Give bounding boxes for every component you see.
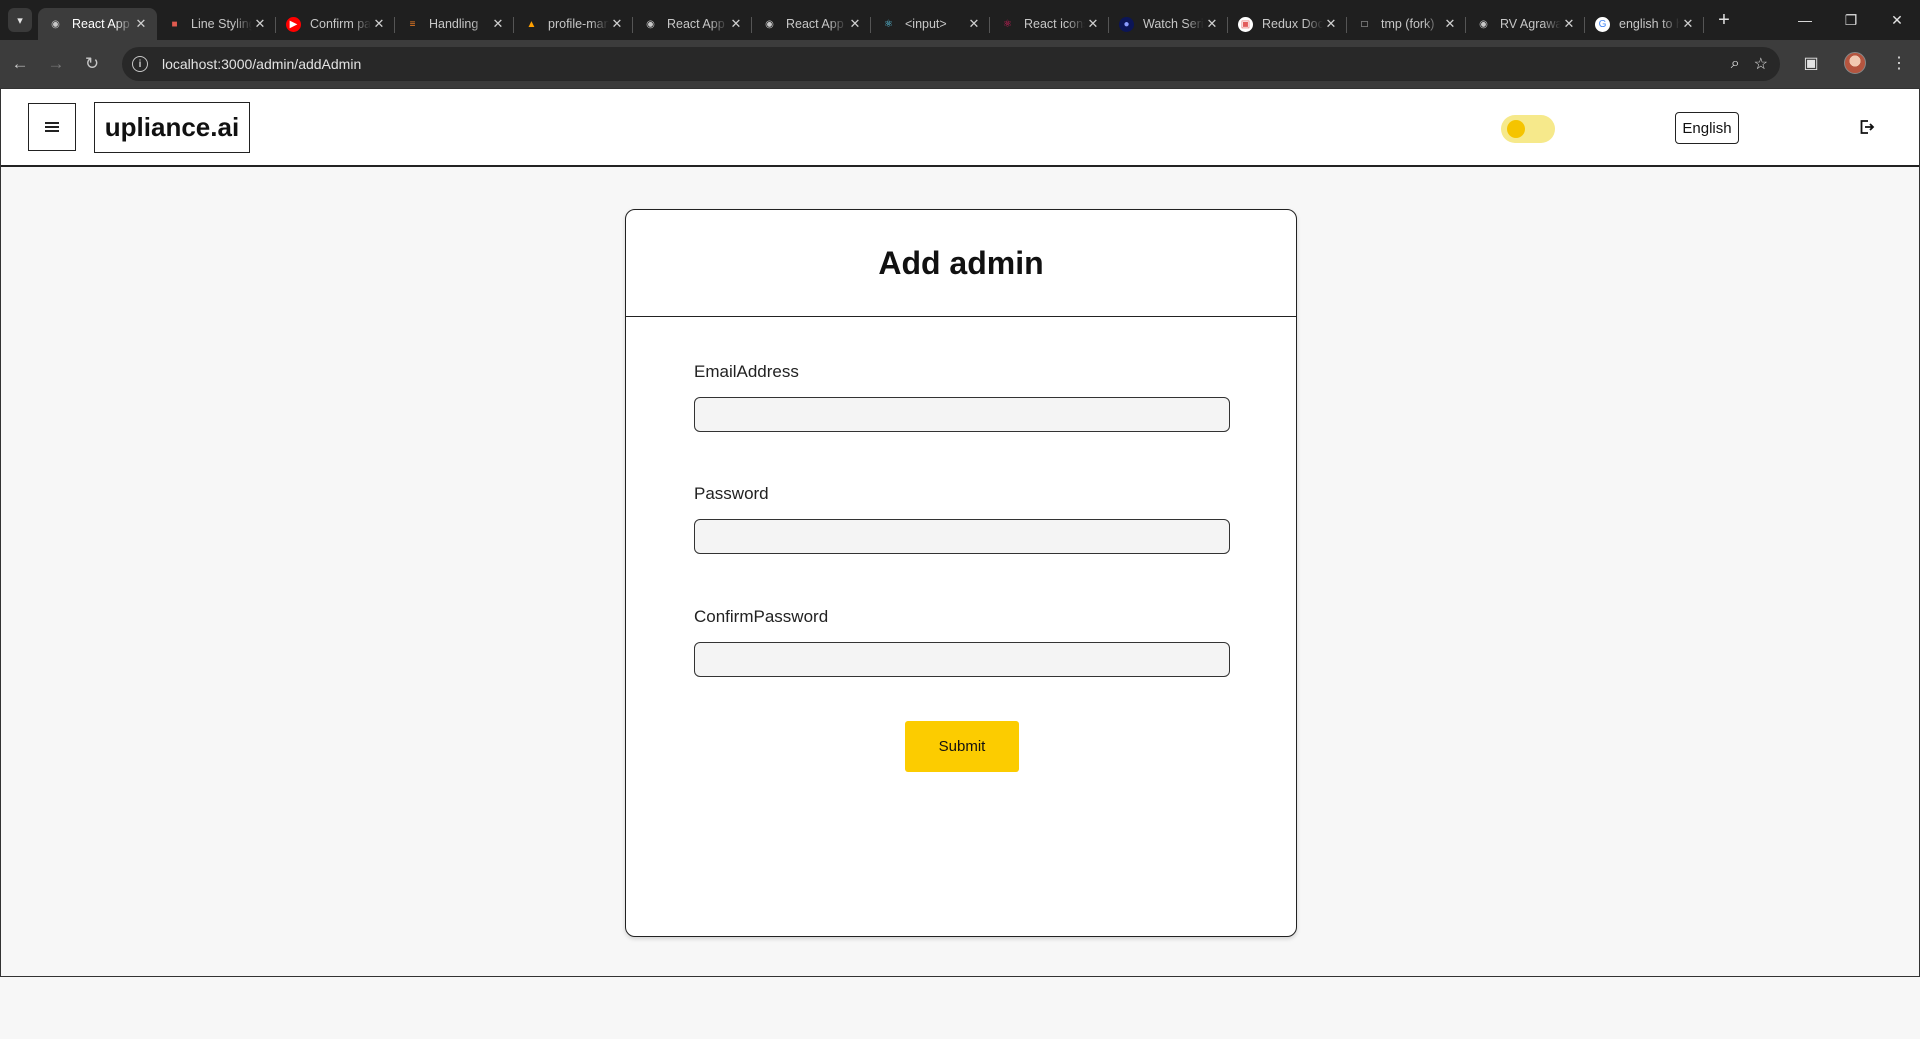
submit-button[interactable]: Submit [905,721,1019,772]
tab-title: tmp (fork) [1381,17,1435,31]
close-window-icon[interactable]: ✕ [1874,0,1920,40]
hamburger-menu-button[interactable] [28,103,76,151]
minimize-icon[interactable]: — [1782,0,1828,40]
globe-icon: ◉ [51,18,60,30]
tab-close-icon[interactable]: ✕ [847,16,863,32]
browser-tab[interactable]: ● Watch Series✕ [1109,8,1228,40]
tab-title: React icons [1024,17,1085,31]
tab-title: React App [786,17,844,31]
password-field[interactable] [694,519,1230,554]
tab-close-icon[interactable]: ✕ [1442,16,1458,32]
tab-close-icon[interactable]: ✕ [1561,16,1577,32]
browser-tab[interactable]: ◉ React App ✕ [752,8,871,40]
tab-close-icon[interactable]: ✕ [966,16,982,32]
forward-button[interactable]: → [40,48,72,80]
browser-tab[interactable]: ◉ React App ✕ [38,8,157,40]
react-icon: ⚛ [884,18,893,30]
add-admin-card: Add admin EmailAddress Password ConfirmP… [625,209,1297,937]
cube-icon: ■ [171,18,178,30]
watch-icon: ● [1119,16,1134,32]
tab-close-icon[interactable]: ✕ [609,16,625,32]
theme-toggle[interactable] [1501,115,1555,143]
page-title: Add admin [878,244,1044,281]
browser-tab[interactable]: □ tmp (fork) ✕ [1347,8,1466,40]
tab-search-button[interactable]: ▾ [8,8,32,32]
youtube-icon: ▶ [286,16,301,32]
tab-list: ◉React App✕■Line Styling✕▶Confirm passwo… [38,0,1704,40]
site-info-icon[interactable]: i [132,56,148,72]
tab-title: React App [72,17,130,31]
toggle-knob [1507,120,1525,138]
browser-tab[interactable]: Genglish to hindi✕ [1585,8,1704,40]
google-icon: G [1595,16,1610,32]
tab-close-icon[interactable]: ✕ [728,16,744,32]
browser-tab[interactable]: ▶ Confirm password✕ [276,8,395,40]
tab-title: profile-management [548,17,609,31]
email-label: EmailAddress [694,362,799,381]
email-field[interactable] [694,397,1230,432]
browser-tab[interactable]: ▣ Redux Docs✕ [1228,8,1347,40]
browser-tab[interactable]: ◉ React App ✕ [633,8,752,40]
tab-title: Confirm password [310,17,371,31]
confirm-password-field[interactable] [694,642,1230,677]
confirm-password-label: ConfirmPassword [694,607,829,626]
browser-tab[interactable]: ■ Line Styling ✕ [157,8,276,40]
new-tab-button[interactable]: + [1710,6,1738,34]
tab-title: english to hindi [1619,17,1680,31]
window-controls: — ❐ ✕ [1782,0,1920,40]
page-viewport: upliance.ai English Add admin EmailAddre… [0,88,1920,1039]
redux-icon: ▣ [1238,16,1253,32]
globe-icon: ◉ [765,18,774,30]
reload-button[interactable]: ↻ [76,48,108,80]
extensions-icon[interactable]: ▣ [1796,48,1826,78]
tab-close-icon[interactable]: ✕ [371,16,387,32]
tab-title: RV Agrawal [1500,17,1561,31]
globe-icon: ◉ [646,18,655,30]
stackoverflow-icon: ≡ [409,18,416,30]
browser-toolbar: ← → ↻ i localhost:3000/admin/addAdmin ⌕ … [0,40,1920,88]
tab-close-icon[interactable]: ✕ [1323,16,1339,32]
card-header: Add admin [626,210,1296,317]
browser-tab-strip: ▾ ◉React App✕■Line Styling✕▶Confirm pass… [0,0,1920,40]
brand-logo[interactable]: upliance.ai [94,102,250,153]
browser-tab[interactable]: ⚛ React icons ✕ [990,8,1109,40]
browser-tab[interactable]: ▲ profile-management✕ [514,8,633,40]
firebase-icon: ▲ [526,18,537,30]
tab-close-icon[interactable]: ✕ [1204,16,1220,32]
hamburger-icon [45,122,59,132]
bookmark-star-icon[interactable]: ☆ [1754,54,1768,74]
browser-tab[interactable]: ◉ RV Agrawal ✕ [1466,8,1585,40]
address-bar[interactable]: i localhost:3000/admin/addAdmin ⌕ ☆ [122,47,1780,81]
browser-tab[interactable]: ⚛ <input> ✕ [871,8,990,40]
react-icons-icon: ⚛ [1003,18,1012,30]
language-button[interactable]: English [1675,112,1739,144]
tab-close-icon[interactable]: ✕ [1085,16,1101,32]
more-menu-icon[interactable]: ⋮ [1884,48,1914,78]
globe-icon: ◉ [1479,18,1488,30]
tab-close-icon[interactable]: ✕ [133,16,149,32]
app-header: upliance.ai English [1,89,1919,167]
logout-icon[interactable] [1856,116,1878,138]
profile-avatar[interactable] [1840,48,1870,78]
zoom-icon[interactable]: ⌕ [1731,55,1740,73]
back-button[interactable]: ← [4,48,36,80]
avatar [1844,52,1866,74]
restore-icon[interactable]: ❐ [1828,0,1874,40]
tab-close-icon[interactable]: ✕ [490,16,506,32]
tab-title: Handling [429,17,479,31]
tab-close-icon[interactable]: ✕ [1680,16,1696,32]
tab-title: Watch Series [1143,17,1204,31]
app-root: upliance.ai English Add admin EmailAddre… [0,88,1920,977]
square-icon: □ [1361,18,1368,30]
password-label: Password [694,484,769,503]
tab-title: Redux Docs [1262,17,1323,31]
tab-title: React App [667,17,725,31]
tab-title: <input> [905,17,947,31]
tab-title: Line Styling [191,17,252,31]
tab-close-icon[interactable]: ✕ [252,16,268,32]
browser-tab[interactable]: ≡ Handling ✕ [395,8,514,40]
url-text[interactable]: localhost:3000/admin/addAdmin [162,56,361,72]
